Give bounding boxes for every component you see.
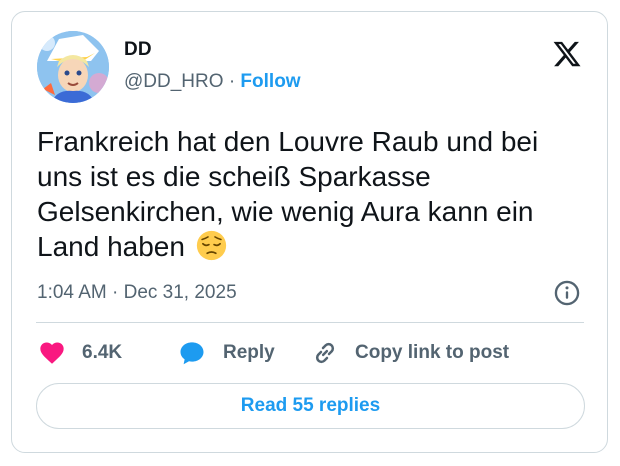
read-replies-label: Read 55 replies: [240, 395, 381, 416]
copy-link-button[interactable]: Copy link to post: [310, 338, 509, 368]
copy-link-label: Copy link to post: [355, 342, 510, 363]
link-icon: [315, 342, 335, 364]
like-button[interactable]: 6.4K: [38, 338, 122, 368]
read-replies-button[interactable]: Read 55 replies: [36, 383, 585, 429]
handle-separator: ·: [228, 71, 236, 92]
avatar-image: [37, 31, 109, 103]
divider: [36, 322, 584, 323]
heart-icon: [40, 342, 64, 364]
reply-bubble-icon: [180, 342, 204, 365]
tweet-text-body: Frankreich hat den Louvre Raub und bei u…: [37, 126, 539, 262]
author-handle[interactable]: @DD_HRO: [124, 71, 224, 92]
author-handle-row: @DD_HRO · Follow: [124, 71, 301, 93]
tweet-date: Dec 31, 2025: [123, 282, 237, 303]
pensive-face-icon: [196, 230, 226, 261]
author-display-name[interactable]: DD: [124, 39, 152, 61]
x-logo-icon[interactable]: [551, 39, 583, 69]
reply-button[interactable]: Reply: [177, 338, 275, 368]
reply-label: Reply: [223, 342, 275, 363]
like-count: 6.4K: [82, 342, 123, 363]
follow-button[interactable]: Follow: [240, 71, 300, 92]
tweet-card: DD @DD_HRO · Follow Frankreich hat den L…: [11, 11, 608, 453]
date-separator: ·: [112, 282, 119, 303]
tweet-time: 1:04 AM: [37, 282, 107, 303]
timestamp-row[interactable]: 1:04 AM · Dec 31, 2025: [37, 282, 237, 304]
info-icon[interactable]: [553, 279, 581, 307]
tweet-text: Frankreich hat den Louvre Raub und bei u…: [37, 124, 577, 264]
avatar[interactable]: [37, 31, 109, 103]
